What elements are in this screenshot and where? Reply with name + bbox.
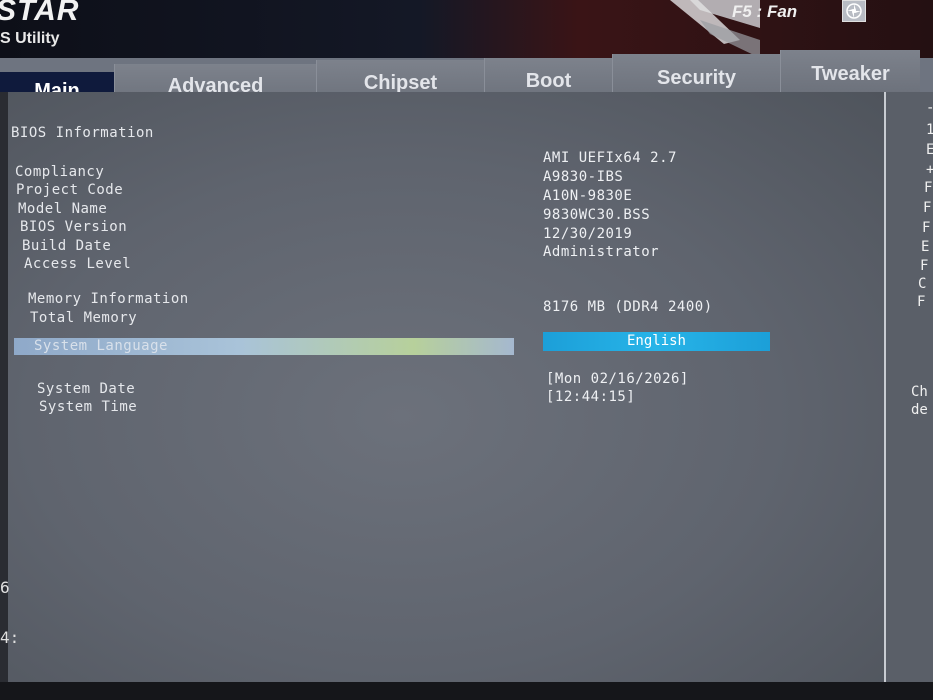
section-title-bios-information: BIOS Information: [11, 125, 154, 141]
key-hint-char: F: [922, 220, 931, 236]
label-system-date: System Date: [37, 381, 136, 397]
system-date-field[interactable]: [Mon 02/16/2026]: [546, 371, 689, 387]
main-panel: [8, 92, 886, 682]
value-total-memory: 8176 MB (DDR4 2400): [543, 299, 713, 315]
label-system-time: System Time: [39, 399, 138, 415]
help-text-line: de: [911, 402, 928, 418]
label-system-language: System Language: [34, 338, 168, 354]
key-hint-char: -: [926, 100, 933, 116]
key-hint-char: E: [921, 239, 930, 255]
label-model-name: Model Name: [18, 201, 108, 217]
tab-tweaker[interactable]: Tweaker: [780, 50, 920, 98]
system-time-field[interactable]: [12:44:15]: [546, 389, 635, 405]
fan-icon[interactable]: [842, 0, 866, 22]
label-bios-version: BIOS Version: [20, 219, 128, 235]
key-hint-char: C: [918, 276, 927, 292]
label-compliancy: Compliancy: [15, 164, 105, 180]
system-language-select[interactable]: English: [543, 332, 770, 351]
label-total-memory: Total Memory: [30, 310, 138, 326]
key-hint-char: F: [920, 258, 929, 274]
label-project-code: Project Code: [16, 182, 124, 198]
brand-subtitle: S Utility: [0, 30, 60, 47]
left-edge-char: 6: [0, 578, 10, 597]
label-build-date: Build Date: [22, 238, 112, 254]
key-hint-char: E: [926, 142, 933, 158]
value-compliancy: AMI UEFIx64 2.7: [543, 150, 677, 166]
left-edge-char: 4:: [0, 628, 20, 647]
key-hint-char: F: [923, 200, 932, 216]
value-model-name: A10N-9830E: [543, 188, 633, 204]
brand-logo: STAR: [0, 0, 80, 27]
label-access-level: Access Level: [24, 256, 132, 272]
value-project-code: A9830-IBS: [543, 169, 624, 185]
key-hint-char: F: [924, 180, 933, 196]
value-bios-version: 9830WC30.BSS: [543, 207, 651, 223]
value-access-level: Administrator: [543, 244, 660, 260]
key-hint-char: F: [917, 294, 926, 310]
key-hint-char: +: [926, 162, 933, 178]
left-edge-strip: [0, 92, 8, 700]
fan-shortcut-label: F5 : Fan: [732, 2, 798, 21]
key-hint-char: 1: [926, 122, 933, 138]
help-text-line: Ch: [911, 384, 928, 400]
value-build-date: 12/30/2019: [543, 226, 633, 242]
memory-information-title: Memory Information: [28, 291, 189, 307]
right-help-panel: - 1 E + F F F E F C F Ch de: [886, 92, 933, 682]
bottom-bar: [0, 682, 933, 700]
